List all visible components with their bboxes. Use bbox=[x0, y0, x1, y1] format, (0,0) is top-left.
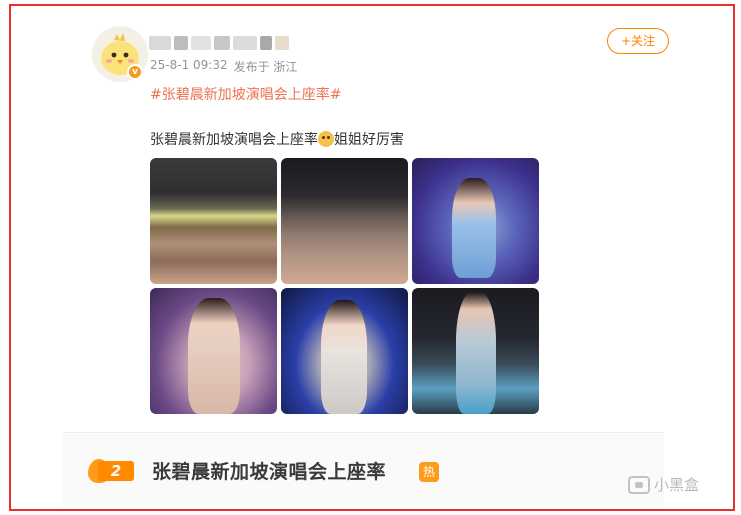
watermark: 小黑盒 bbox=[628, 474, 699, 495]
post-text-main: 张碧晨新加坡演唱会上座率 bbox=[150, 132, 318, 148]
topic-hashtag-link[interactable]: #张碧晨新加坡演唱会上座率# bbox=[150, 84, 341, 104]
watermark-text: 小黑盒 bbox=[654, 476, 700, 494]
username-blurred[interactable] bbox=[149, 34, 291, 52]
follow-button[interactable]: +关注 bbox=[607, 28, 669, 54]
post-text-tail: 姐姐好厉害 bbox=[334, 132, 404, 148]
hot-rank-number: 2 bbox=[98, 461, 134, 481]
post-timestamp[interactable]: 25-8-1 09:32 bbox=[150, 58, 228, 75]
photo-concert-crowd-2[interactable] bbox=[281, 158, 408, 284]
hot-badge: 热 bbox=[419, 462, 439, 482]
section-divider bbox=[62, 432, 664, 433]
photo-singer-pink-dress[interactable] bbox=[150, 288, 277, 414]
photo-concert-crowd-1[interactable] bbox=[150, 158, 277, 284]
surprised-face-icon bbox=[318, 131, 334, 147]
photo-singer-blue-gown[interactable] bbox=[412, 158, 539, 284]
post-meta: 25-8-1 09:32 发布于 浙江 bbox=[150, 58, 297, 75]
photo-singer-white-gown[interactable] bbox=[281, 288, 408, 414]
post-text: 张碧晨新加坡演唱会上座率 姐姐好厉害 bbox=[150, 129, 404, 149]
photo-grid bbox=[150, 158, 540, 416]
photo-singer-mermaid-gown[interactable] bbox=[412, 288, 539, 414]
post-location: 发布于 浙江 bbox=[233, 60, 298, 74]
hot-search-entry[interactable]: 2 张碧晨新加坡演唱会上座率 热 bbox=[62, 434, 664, 505]
hot-rank-badge: 2 bbox=[88, 459, 134, 483]
verified-badge-icon: v bbox=[127, 64, 143, 80]
hot-search-title[interactable]: 张碧晨新加坡演唱会上座率 bbox=[152, 457, 386, 484]
heybox-logo-icon bbox=[628, 475, 650, 494]
